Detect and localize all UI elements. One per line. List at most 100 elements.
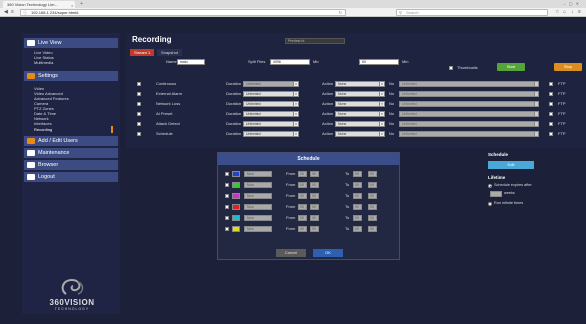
from-hour-input[interactable]: 00 bbox=[298, 226, 307, 232]
cancel-button[interactable]: Cancel bbox=[276, 249, 306, 257]
start-button[interactable]: Start bbox=[497, 63, 525, 71]
color-swatch[interactable] bbox=[232, 215, 240, 221]
to-hour-input[interactable]: 00 bbox=[353, 226, 362, 232]
sidebar-item-interfaces[interactable]: Interfaces bbox=[34, 121, 52, 126]
day-select[interactable]: Mon bbox=[244, 193, 272, 199]
schedule-row-checkbox[interactable] bbox=[225, 172, 229, 176]
ftp-checkbox[interactable] bbox=[549, 132, 553, 136]
from-hour-input[interactable]: 00 bbox=[298, 204, 307, 210]
browser-tab[interactable]: 360 Vision Technology Lim... × bbox=[3, 1, 75, 8]
duration-select[interactable]: Unlimited ▾ bbox=[243, 121, 299, 127]
thumbnails-checkbox[interactable] bbox=[449, 66, 453, 70]
stop-button[interactable]: Stop bbox=[554, 63, 582, 71]
from-hour-input[interactable]: 00 bbox=[298, 215, 307, 221]
row-enable-checkbox[interactable] bbox=[137, 82, 141, 86]
menu-icon[interactable]: ≡ bbox=[11, 9, 14, 16]
from-minute-input[interactable]: 00 bbox=[310, 215, 319, 221]
back-icon[interactable]: ◀ bbox=[4, 9, 8, 16]
schedule-row-checkbox[interactable] bbox=[225, 183, 229, 187]
day-select[interactable]: Mon bbox=[244, 182, 272, 188]
edit-schedule-button[interactable]: Edit bbox=[488, 161, 534, 169]
row-enable-checkbox[interactable] bbox=[137, 112, 141, 116]
from-hour-input[interactable]: 00 bbox=[298, 193, 307, 199]
schedule-row-checkbox[interactable] bbox=[225, 216, 229, 220]
live-view-header[interactable]: Live View bbox=[24, 38, 118, 48]
day-select[interactable]: Mon bbox=[244, 171, 272, 177]
add-edit-users-button[interactable]: Add / Edit Users bbox=[24, 136, 118, 146]
action-select[interactable]: None ▾ bbox=[335, 131, 385, 137]
no-input[interactable]: Unlimited bbox=[399, 131, 539, 137]
preview-id-field[interactable]: Preview Id bbox=[285, 38, 345, 44]
to-minute-input[interactable]: 00 bbox=[368, 204, 377, 210]
ftp-checkbox[interactable] bbox=[549, 102, 553, 106]
from-minute-input[interactable]: 00 bbox=[310, 182, 319, 188]
to-hour-input[interactable]: 00 bbox=[353, 193, 362, 199]
hamburger-menu-icon[interactable]: ≡ bbox=[578, 9, 581, 16]
home-icon[interactable]: ⌂ bbox=[563, 9, 566, 16]
download-icon[interactable]: ↓ bbox=[571, 9, 574, 16]
row-enable-checkbox[interactable] bbox=[137, 92, 141, 96]
ftp-checkbox[interactable] bbox=[549, 112, 553, 116]
from-minute-input[interactable]: 00 bbox=[310, 226, 319, 232]
to-minute-input[interactable]: 00 bbox=[368, 193, 377, 199]
schedule-row-checkbox[interactable] bbox=[225, 227, 229, 231]
from-minute-input[interactable]: 00 bbox=[310, 193, 319, 199]
ftp-checkbox[interactable] bbox=[549, 92, 553, 96]
minutes-input[interactable]: 60 bbox=[359, 59, 399, 65]
sidebar-item-multimedia[interactable]: Multimedia bbox=[34, 60, 53, 65]
row-enable-checkbox[interactable] bbox=[137, 102, 141, 106]
schedule-row-checkbox[interactable] bbox=[225, 205, 229, 209]
row-enable-checkbox[interactable] bbox=[137, 122, 141, 126]
split-files-input[interactable]: 4096 bbox=[270, 59, 310, 65]
logout-button[interactable]: Logout bbox=[24, 172, 118, 182]
ftp-checkbox[interactable] bbox=[549, 82, 553, 86]
from-hour-input[interactable]: 00 bbox=[298, 182, 307, 188]
duration-select[interactable]: Unlimited ▾ bbox=[243, 131, 299, 137]
to-minute-input[interactable]: 00 bbox=[368, 215, 377, 221]
ftp-checkbox[interactable] bbox=[549, 122, 553, 126]
ok-button[interactable]: OK bbox=[313, 249, 343, 257]
color-swatch[interactable] bbox=[232, 204, 240, 210]
tab-snapshot[interactable]: Snapshot bbox=[157, 49, 182, 56]
reload-icon[interactable]: ↻ bbox=[339, 10, 342, 15]
sidebar-item-recording[interactable]: Recording bbox=[34, 127, 52, 132]
color-swatch[interactable] bbox=[232, 193, 240, 199]
search-input[interactable]: ⚲ Search bbox=[396, 9, 548, 16]
browser-button[interactable]: Browser bbox=[24, 160, 118, 170]
color-swatch[interactable] bbox=[232, 226, 240, 232]
from-minute-input[interactable]: 00 bbox=[310, 171, 319, 177]
schedule-row-checkbox[interactable] bbox=[225, 194, 229, 198]
settings-header[interactable]: Settings bbox=[24, 71, 118, 81]
action-select[interactable]: None ▾ bbox=[335, 81, 385, 87]
no-input[interactable]: Unlimited bbox=[399, 91, 539, 97]
bookmark-star-icon[interactable]: ☆ bbox=[555, 9, 559, 16]
to-hour-input[interactable]: 00 bbox=[353, 204, 362, 210]
to-hour-input[interactable]: 00 bbox=[353, 171, 362, 177]
to-minute-input[interactable]: 00 bbox=[368, 182, 377, 188]
infinite-radio[interactable] bbox=[488, 202, 492, 206]
color-swatch[interactable] bbox=[232, 171, 240, 177]
to-minute-input[interactable]: 00 bbox=[368, 226, 377, 232]
row-enable-checkbox[interactable] bbox=[137, 132, 141, 136]
no-input[interactable]: Unlimited bbox=[399, 81, 539, 87]
to-hour-input[interactable]: 00 bbox=[353, 215, 362, 221]
day-select[interactable]: Mon bbox=[244, 215, 272, 221]
tab-stream-1[interactable]: Stream 1 bbox=[130, 49, 155, 56]
maintenance-button[interactable]: Maintenance bbox=[24, 148, 118, 158]
duration-select[interactable]: Unlimited ▾ bbox=[243, 101, 299, 107]
day-select[interactable]: Mon bbox=[244, 226, 272, 232]
duration-select[interactable]: Unlimited ▾ bbox=[243, 111, 299, 117]
name-input[interactable]: main bbox=[177, 59, 205, 65]
no-input[interactable]: Unlimited bbox=[399, 121, 539, 127]
color-swatch[interactable] bbox=[232, 182, 240, 188]
site-info-icon[interactable]: ⓘ bbox=[23, 10, 27, 15]
expire-radio[interactable] bbox=[488, 184, 492, 188]
from-hour-input[interactable]: 00 bbox=[298, 171, 307, 177]
new-tab-button[interactable]: + bbox=[80, 1, 83, 8]
action-select[interactable]: None ▾ bbox=[335, 101, 385, 107]
weeks-input[interactable] bbox=[490, 191, 502, 197]
window-controls[interactable]: – ▢ ✕ bbox=[563, 1, 580, 7]
to-hour-input[interactable]: 00 bbox=[353, 182, 362, 188]
day-select[interactable]: Mon bbox=[244, 204, 272, 210]
action-select[interactable]: None ▾ bbox=[335, 91, 385, 97]
